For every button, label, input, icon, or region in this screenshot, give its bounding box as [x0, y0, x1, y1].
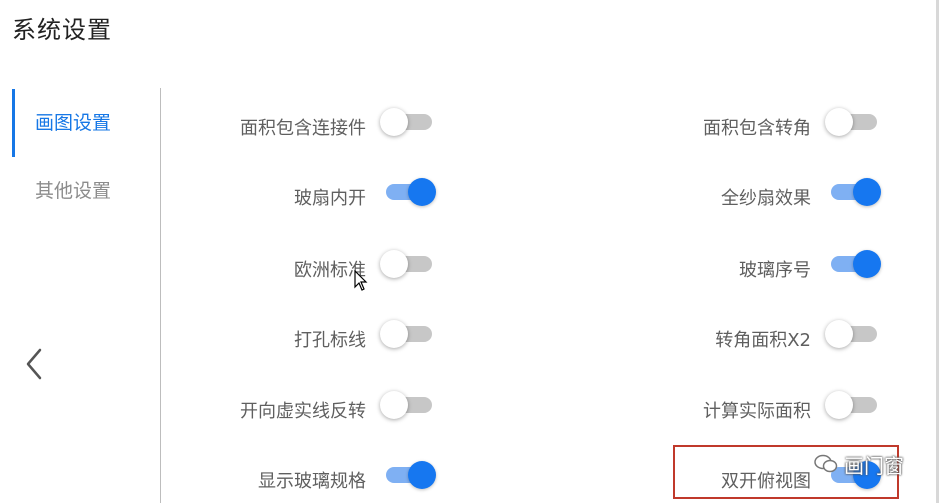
toggle-glass-sash-inward[interactable] [380, 176, 436, 208]
back-arrow-icon[interactable] [22, 346, 46, 382]
toggle-glass-serial-number[interactable] [825, 248, 881, 280]
setting-label: 计算实际面积 [703, 401, 811, 422]
chat-icon [814, 454, 838, 473]
setting-label: 玻扇内开 [294, 188, 366, 209]
setting-label: 面积包含连接件 [240, 118, 366, 139]
toggle-opening-line-reverse[interactable] [380, 389, 436, 421]
sidebar-divider [160, 88, 161, 503]
toggle-show-glass-spec[interactable] [380, 459, 436, 491]
setting-label: 全纱扇效果 [721, 188, 811, 209]
toggle-area-include-connector[interactable] [380, 106, 436, 138]
page-title: 系统设置 [12, 16, 112, 44]
setting-label: 显示玻璃规格 [258, 471, 366, 492]
toggle-area-include-corner[interactable] [825, 106, 881, 138]
mouse-cursor-icon [354, 270, 368, 291]
scrollbar-edge [936, 0, 939, 503]
watermark: 画门窗 [814, 448, 904, 480]
toggle-punch-marking-line[interactable] [380, 318, 436, 350]
toggle-european-standard[interactable] [380, 248, 436, 280]
sidebar-item-other-settings[interactable]: 其他设置 [12, 173, 158, 209]
sidebar-item-drawing-settings[interactable]: 画图设置 [12, 89, 158, 157]
toggle-full-screen-sash-effect[interactable] [825, 176, 881, 208]
setting-label: 开向虚实线反转 [240, 401, 366, 422]
setting-label: 玻璃序号 [739, 260, 811, 281]
toggle-calculate-actual-area[interactable] [825, 389, 881, 421]
setting-label: 打孔标线 [294, 330, 366, 351]
toggle-corner-area-x2[interactable] [825, 318, 881, 350]
setting-label: 转角面积X2 [715, 330, 811, 351]
setting-label: 面积包含转角 [703, 118, 811, 139]
watermark-text: 画门窗 [844, 453, 904, 478]
